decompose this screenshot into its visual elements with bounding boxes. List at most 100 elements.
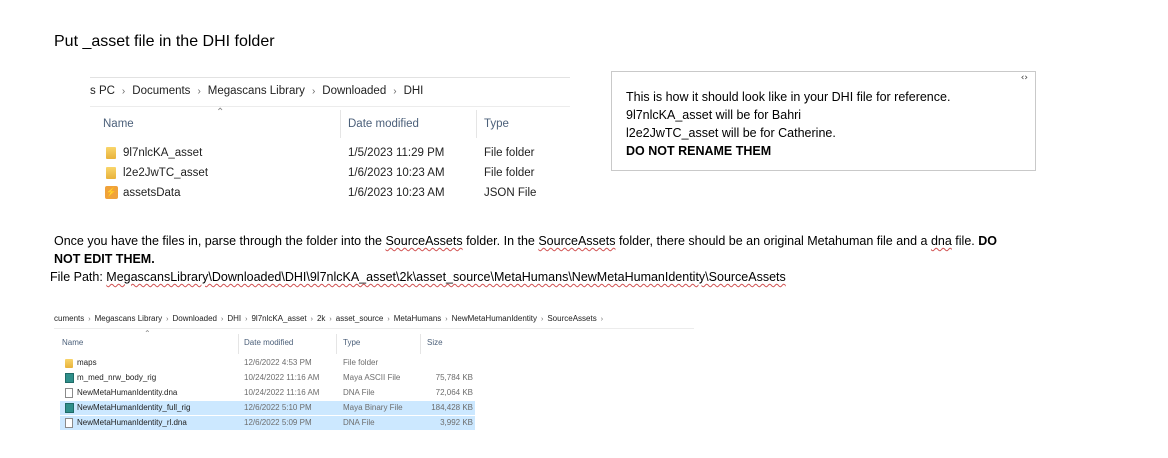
file-type: File folder <box>484 167 535 179</box>
explorer1-breadcrumb: s PC › Documents › Megascans Library › Downloa… <box>90 85 423 97</box>
file-type: File folder <box>343 358 379 367</box>
column-header-name[interactable]: Name <box>62 338 83 347</box>
column-header-name[interactable]: Name <box>103 118 134 130</box>
column-divider <box>336 334 337 354</box>
note-line: l2e2JwTC_asset will be for Catherine. <box>626 126 836 140</box>
chevron-right-icon: › <box>121 86 126 97</box>
spellcheck-word: SourceAssets <box>538 234 616 248</box>
file-date: 10/24/2022 11:16 AM <box>244 388 320 397</box>
file-name: assetsData <box>123 187 181 199</box>
text-span: folder. In the <box>462 234 539 248</box>
spellcheck-word: SourceAssets <box>385 234 463 248</box>
chevron-right-icon: › <box>393 86 397 97</box>
file-row[interactable]: maps 12/6/2022 4:53 PM File folder <box>60 356 475 370</box>
column-divider <box>476 110 477 138</box>
text-span: file. <box>951 234 979 248</box>
breadcrumb-item[interactable]: s PC <box>90 85 115 97</box>
text-span: Once you have the files in, parse throug… <box>54 234 386 248</box>
expand-handle-icon[interactable]: ‹› <box>1021 73 1028 83</box>
breadcrumb-item[interactable]: DHI <box>404 85 424 97</box>
text-span: folder, there should be an original Meta… <box>615 234 931 248</box>
breadcrumb-item[interactable]: Megascans Library <box>208 85 305 97</box>
column-header-type[interactable]: Type <box>343 338 360 347</box>
breadcrumb-item[interactable]: Downloaded <box>173 314 217 323</box>
column-header-date[interactable]: Date modified <box>348 118 419 130</box>
chevron-right-icon: › <box>88 316 91 323</box>
folder-icon <box>106 147 116 159</box>
chevron-right-icon: › <box>600 316 604 323</box>
column-header-date[interactable]: Date modified <box>244 338 293 347</box>
breadcrumb-item[interactable]: Documents <box>132 85 190 97</box>
note-line: 9l7nlcKA_asset will be for Bahri <box>626 108 802 122</box>
instruction-text: Once you have the files in, parse throug… <box>54 232 1024 268</box>
document-heading: Put _asset file in the DHI folder <box>54 33 275 50</box>
maya-file-icon <box>65 403 74 413</box>
file-name: maps <box>77 358 97 367</box>
column-header-type[interactable]: Type <box>484 118 509 130</box>
spellcheck-word: dna <box>930 234 952 248</box>
breadcrumb-item[interactable]: MetaHumans <box>394 314 442 323</box>
file-path-line: File Path: MegascansLibrary\Downloaded\D… <box>50 268 1024 286</box>
column-divider <box>420 334 421 354</box>
breadcrumb-item[interactable]: SourceAssets <box>547 314 596 323</box>
chevron-right-icon: › <box>310 316 313 323</box>
folder-icon <box>65 359 73 368</box>
file-icon <box>65 418 73 428</box>
file-row[interactable]: l2e2JwTC_asset 1/6/2023 10:23 AM File fo… <box>100 165 570 181</box>
breadcrumb-item[interactable]: cuments <box>54 314 84 323</box>
file-row-selected[interactable]: NewMetaHumanIdentity_full_rig 12/6/2022 … <box>60 401 475 415</box>
file-date: 1/6/2023 10:23 AM <box>348 187 445 199</box>
file-date: 12/6/2022 5:10 PM <box>244 403 312 412</box>
file-type: DNA File <box>343 388 375 397</box>
file-size: 75,784 KB <box>435 373 473 382</box>
breadcrumb-item[interactable]: DHI <box>227 314 241 323</box>
file-type: Maya Binary File <box>343 403 403 412</box>
column-divider <box>340 110 341 138</box>
file-type: File folder <box>484 147 535 159</box>
breadcrumb-item[interactable]: Megascans Library <box>95 314 163 323</box>
chevron-right-icon: › <box>245 316 248 323</box>
file-date: 1/6/2023 10:23 AM <box>348 167 445 179</box>
file-icon <box>65 388 73 398</box>
file-row[interactable]: NewMetaHumanIdentity.dna 10/24/2022 11:1… <box>60 386 475 400</box>
chevron-right-icon: › <box>221 316 224 323</box>
file-row-selected[interactable]: NewMetaHumanIdentity_rl.dna 12/6/2022 5:… <box>60 416 475 430</box>
sort-up-icon: ⌃ <box>216 107 225 118</box>
explorer1-top-divider <box>90 77 570 78</box>
file-name: 9l7nlcKA_asset <box>123 147 203 159</box>
file-date: 10/24/2022 11:16 AM <box>244 373 320 382</box>
chevron-right-icon: › <box>197 86 201 97</box>
breadcrumb-item[interactable]: 9l7nlcKA_asset <box>251 314 306 323</box>
file-type: JSON File <box>484 187 537 199</box>
file-date: 12/6/2022 5:09 PM <box>244 418 312 427</box>
chevron-right-icon: › <box>311 86 316 97</box>
file-row[interactable]: m_med_nrw_body_rig 10/24/2022 11:16 AM M… <box>60 371 475 385</box>
note-warning: DO NOT RENAME THEM <box>626 144 772 158</box>
file-row[interactable]: 9l7nlcKA_asset 1/5/2023 11:29 PM File fo… <box>100 145 570 161</box>
reference-note-box: ‹› This is how it should look like in yo… <box>611 71 1036 171</box>
breadcrumb-item[interactable]: asset_source <box>336 314 384 323</box>
file-name: m_med_nrw_body_rig <box>77 373 157 382</box>
file-size: 184,428 KB <box>431 403 473 412</box>
instructions-paragraph: Once you have the files in, parse throug… <box>50 232 1024 286</box>
json-file-icon: ⚡ <box>105 186 118 199</box>
file-type: DNA File <box>343 418 375 427</box>
explorer2-breadcrumb: cuments › Megascans Library › Downloaded › DHI… <box>54 314 607 323</box>
folder-icon <box>106 167 116 179</box>
file-name: l2e2JwTC_asset <box>123 167 209 179</box>
chevron-right-icon: › <box>387 316 390 323</box>
file-row[interactable]: ⚡ assetsData 1/6/2023 10:23 AM JSON File <box>100 185 570 201</box>
breadcrumb-item[interactable]: NewMetaHumanIdentity <box>452 314 537 323</box>
breadcrumb-item[interactable]: Downloaded <box>322 85 386 97</box>
file-name: NewMetaHumanIdentity_full_rig <box>77 403 191 412</box>
file-date: 12/6/2022 4:53 PM <box>244 358 312 367</box>
column-header-size[interactable]: Size <box>427 338 443 347</box>
chevron-right-icon: › <box>445 316 448 323</box>
column-divider <box>238 334 239 354</box>
file-name: NewMetaHumanIdentity_rl.dna <box>77 418 187 427</box>
breadcrumb-item[interactable]: 2k <box>317 314 325 323</box>
file-size: 3,992 KB <box>440 418 473 427</box>
note-line: This is how it should look like in your … <box>626 90 951 104</box>
explorer1-breadcrumb-divider <box>90 106 570 107</box>
file-type: Maya ASCII File <box>343 373 401 382</box>
